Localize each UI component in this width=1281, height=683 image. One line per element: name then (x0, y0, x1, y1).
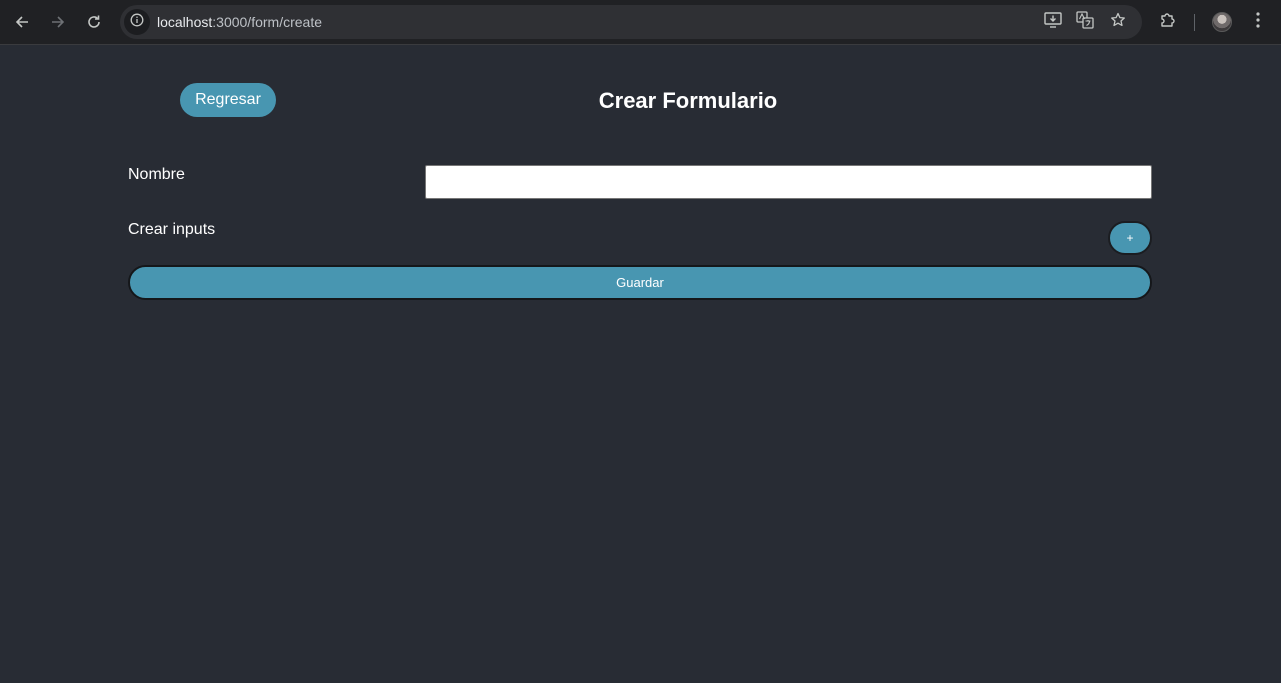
url-text[interactable]: localhost:3000/form/create (157, 14, 322, 30)
browser-toolbar: localhost:3000/form/create (0, 0, 1281, 45)
page-title: Crear Formulario (598, 88, 778, 113)
back-button[interactable]: Regresar (180, 83, 276, 117)
create-inputs-label: Crear inputs (128, 221, 216, 238)
toolbar-divider (1194, 14, 1195, 31)
arrow-right-icon (50, 14, 66, 30)
save-button[interactable]: Guardar (128, 265, 1152, 300)
reload-button[interactable] (80, 8, 108, 36)
site-info-button[interactable] (124, 9, 150, 35)
arrow-left-icon (14, 14, 30, 30)
profile-avatar[interactable] (1212, 12, 1232, 32)
bookmark-button[interactable] (1108, 12, 1128, 32)
star-icon (1110, 12, 1126, 33)
translate-icon (1076, 10, 1094, 34)
info-icon (130, 13, 144, 32)
puzzle-icon (1159, 11, 1177, 34)
extensions-button[interactable] (1157, 11, 1179, 33)
add-input-button[interactable]: + (1108, 221, 1152, 255)
back-nav-button[interactable] (8, 8, 36, 36)
page-content: Regresar Crear Formulario Nombre Crear i… (0, 46, 1281, 683)
install-app-button[interactable] (1043, 11, 1063, 33)
name-input[interactable] (425, 165, 1152, 199)
install-app-icon (1044, 11, 1062, 33)
url-host: localhost (157, 14, 213, 30)
address-bar[interactable]: localhost:3000/form/create (120, 5, 1142, 39)
browser-menu-button[interactable] (1247, 11, 1269, 33)
forward-nav-button[interactable] (44, 8, 72, 36)
translate-button[interactable] (1075, 10, 1095, 34)
name-label: Nombre (128, 166, 185, 183)
kebab-menu-icon (1256, 11, 1260, 33)
reload-icon (86, 14, 102, 30)
url-path: :3000/form/create (212, 14, 322, 30)
